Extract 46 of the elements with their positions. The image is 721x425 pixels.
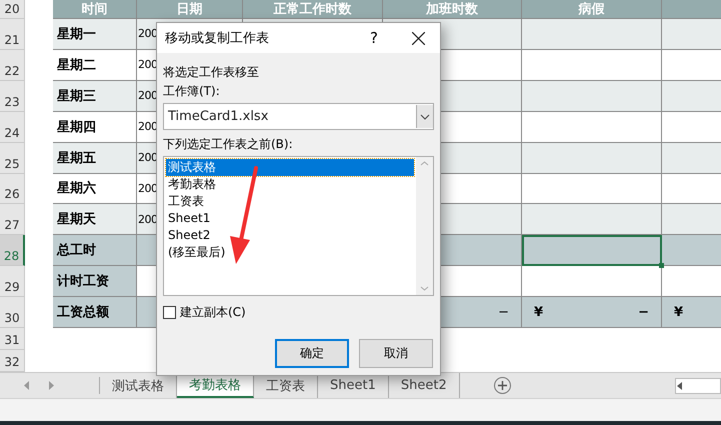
table-cell: ¥ (662, 297, 721, 328)
help-button[interactable]: ? (352, 23, 396, 53)
row-number[interactable]: 23 (0, 80, 25, 112)
list-item[interactable]: 测试表格 (166, 159, 414, 176)
row-number[interactable]: 24 (0, 112, 25, 143)
fill-handle[interactable] (659, 263, 664, 268)
checkbox[interactable] (163, 306, 176, 319)
row-label: 星期二 (53, 50, 137, 81)
row-label: 计时工资 (53, 266, 137, 298)
cancel-button[interactable]: 取消 (359, 339, 433, 368)
header-cell (662, 0, 721, 19)
row-number[interactable]: 28 (0, 235, 25, 266)
workbook-label: 工作簿(T): (163, 83, 221, 100)
ok-button[interactable]: 确定 (275, 339, 349, 368)
row-number[interactable]: 22 (0, 50, 25, 81)
row-number[interactable]: 25 (0, 142, 25, 174)
column-heading: 病假 (522, 0, 662, 19)
workbook-dropdown[interactable]: TimeCard1.xlsx (163, 103, 434, 130)
column-heading: 加班时数 (383, 0, 522, 19)
row-number[interactable]: 31 (0, 328, 25, 350)
row-label: 星期一 (53, 19, 137, 50)
column-heading: 正常工作时数 (243, 0, 383, 19)
row-label: 星期三 (53, 80, 137, 112)
row-label: 总工时 (53, 235, 137, 266)
row-number[interactable]: 29 (0, 266, 25, 298)
row-number[interactable]: 21 (0, 19, 25, 50)
row-number[interactable]: 32 (0, 350, 25, 372)
close-icon (412, 32, 424, 44)
row-label: 星期五 (53, 142, 137, 174)
column-heading: 日期 (137, 0, 243, 19)
table-cell: ¥ − (522, 297, 662, 328)
checkbox-label[interactable]: 建立副本(C) (180, 304, 246, 321)
row-number[interactable]: 26 (0, 174, 25, 204)
row-label: 星期天 (53, 204, 137, 236)
row-label: 星期六 (53, 174, 137, 204)
row-number[interactable]: 27 (0, 204, 25, 236)
list-item[interactable]: (移至最后) (166, 244, 414, 261)
column-heading: 时间 (53, 0, 137, 19)
horizontal-scrollbar[interactable] (675, 378, 721, 394)
row-number[interactable]: 30 (0, 297, 25, 328)
row-label: 星期四 (53, 112, 137, 143)
row-label: 工资总额 (53, 297, 137, 328)
row-number[interactable]: 20 (0, 0, 25, 19)
chevron-down-icon[interactable] (416, 105, 433, 128)
scroll-left-icon[interactable] (676, 382, 684, 390)
add-sheet-icon[interactable] (494, 377, 511, 394)
